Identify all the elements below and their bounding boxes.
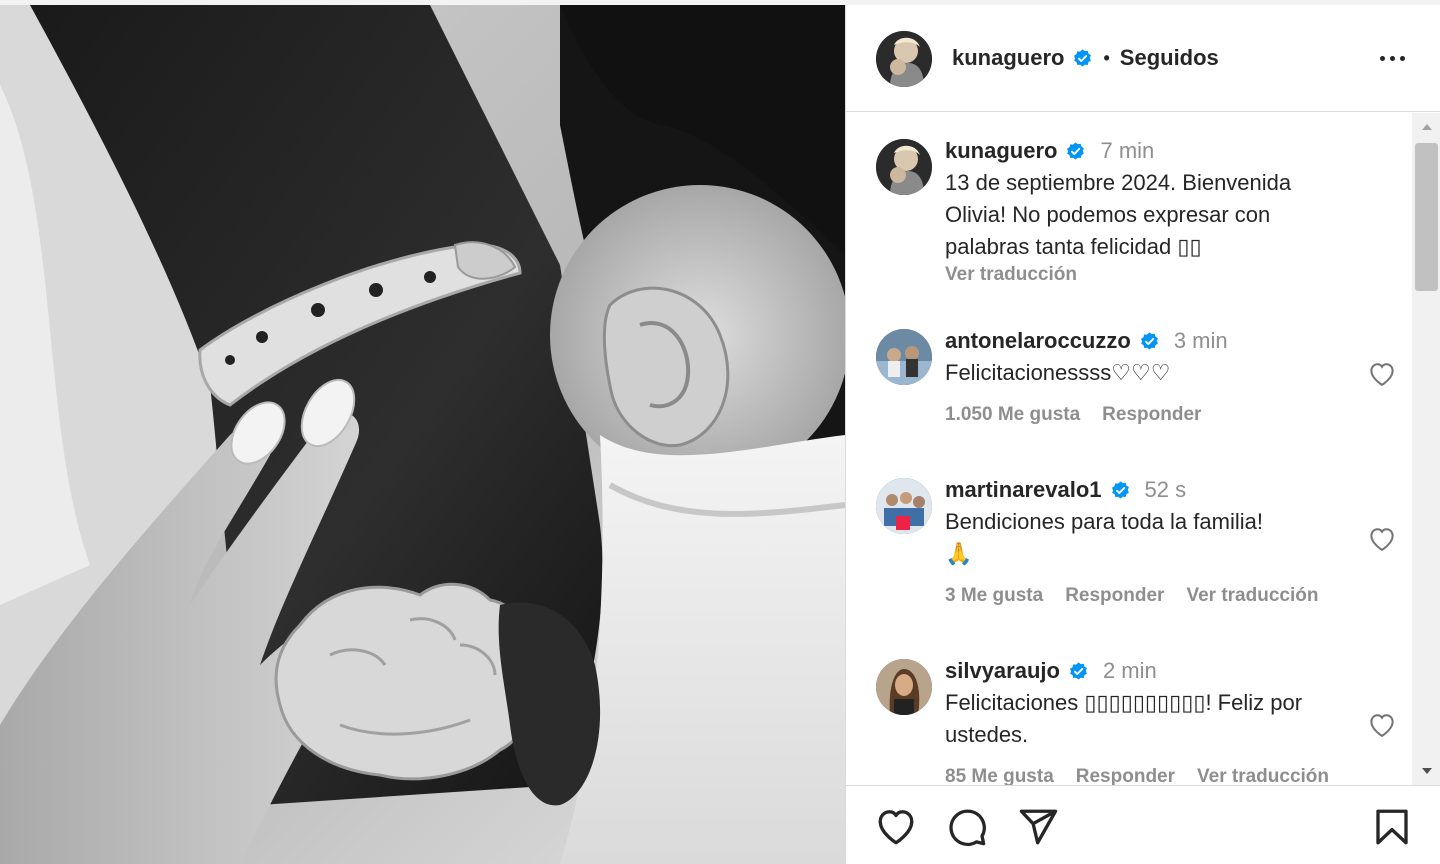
verified-badge-icon	[1072, 48, 1093, 69]
see-translation-link[interactable]: Ver traducción	[1186, 580, 1318, 612]
post-side-panel: kunaguero • Seguidos kunaguero 7 min 13 …	[845, 5, 1440, 864]
verified-badge-icon	[1068, 661, 1089, 682]
comment-icon[interactable]	[946, 806, 988, 848]
post-photo[interactable]	[0, 5, 845, 864]
comment-meta: 1.050 Me gusta Responder	[945, 399, 1341, 431]
comment-username[interactable]: antonelaroccuzzo	[945, 325, 1131, 357]
comment-likes[interactable]: 3 Me gusta	[945, 580, 1043, 612]
reply-button[interactable]: Responder	[1076, 761, 1175, 785]
avatar[interactable]	[876, 31, 932, 87]
share-icon[interactable]	[1017, 806, 1059, 848]
scroll-up-arrow-icon[interactable]	[1412, 117, 1440, 137]
comment-text: Bendiciones para toda la familia!	[945, 509, 1263, 534]
post-header: kunaguero • Seguidos	[846, 5, 1440, 112]
comment-like-heart-icon[interactable]	[1367, 359, 1397, 387]
avatar[interactable]	[876, 659, 932, 715]
comment-like-heart-icon[interactable]	[1367, 710, 1397, 738]
see-translation-link[interactable]: Ver traducción	[1197, 761, 1329, 785]
verified-badge-icon	[1065, 141, 1086, 162]
comment-likes[interactable]: 1.050 Me gusta	[945, 399, 1080, 431]
comment-like-heart-icon[interactable]	[1367, 524, 1397, 552]
comment-emoji: 🙏	[945, 541, 973, 566]
caption-username[interactable]: kunaguero	[945, 135, 1057, 167]
comments-list[interactable]: kunaguero 7 min 13 de septiembre 2024. B…	[846, 113, 1411, 785]
comment-meta: 3 Me gusta Responder Ver traducción	[945, 580, 1341, 612]
comment-username[interactable]: silvyaraujo	[945, 655, 1060, 687]
verified-badge-icon	[1110, 480, 1131, 501]
reply-button[interactable]: Responder	[1065, 580, 1164, 612]
see-translation-link[interactable]: Ver traducción	[945, 263, 1341, 287]
bookmark-icon[interactable]	[1371, 806, 1413, 848]
post-actions-bar	[846, 785, 1440, 864]
comment-time: 3 min	[1173, 328, 1228, 353]
caption-time: 7 min	[1100, 138, 1155, 163]
following-button[interactable]: Seguidos	[1120, 45, 1219, 71]
scrollbar-thumb[interactable]	[1415, 143, 1438, 291]
comment-meta: 85 Me gusta Responder Ver traducción	[945, 761, 1341, 785]
comment-likes[interactable]: 85 Me gusta	[945, 761, 1054, 785]
comment-text: Felicitaciones ▯▯▯▯▯▯▯▯▯▯! Feliz por ust…	[945, 690, 1303, 747]
comment-time: 52 s	[1144, 477, 1187, 502]
verified-badge-icon	[1139, 331, 1160, 352]
more-options-icon[interactable]	[1375, 43, 1409, 73]
comments-scrollbar[interactable]	[1412, 113, 1440, 785]
comment-text: Felicitacionessss♡♡♡	[945, 360, 1171, 385]
avatar[interactable]	[876, 329, 932, 385]
heart-icon[interactable]	[875, 806, 917, 848]
comment-time: 2 min	[1102, 658, 1157, 683]
header-username[interactable]: kunaguero	[952, 45, 1064, 71]
header-separator: •	[1103, 47, 1110, 68]
header-user-row: kunaguero • Seguidos	[952, 45, 1219, 71]
avatar[interactable]	[876, 139, 932, 195]
reply-button[interactable]: Responder	[1102, 399, 1201, 431]
scroll-down-arrow-icon[interactable]	[1412, 761, 1440, 781]
caption-text: 13 de septiembre 2024. Bienvenida Olivia…	[945, 170, 1292, 259]
comment-username[interactable]: martinarevalo1	[945, 474, 1102, 506]
avatar[interactable]	[876, 478, 932, 534]
post-photo-image	[0, 5, 845, 864]
